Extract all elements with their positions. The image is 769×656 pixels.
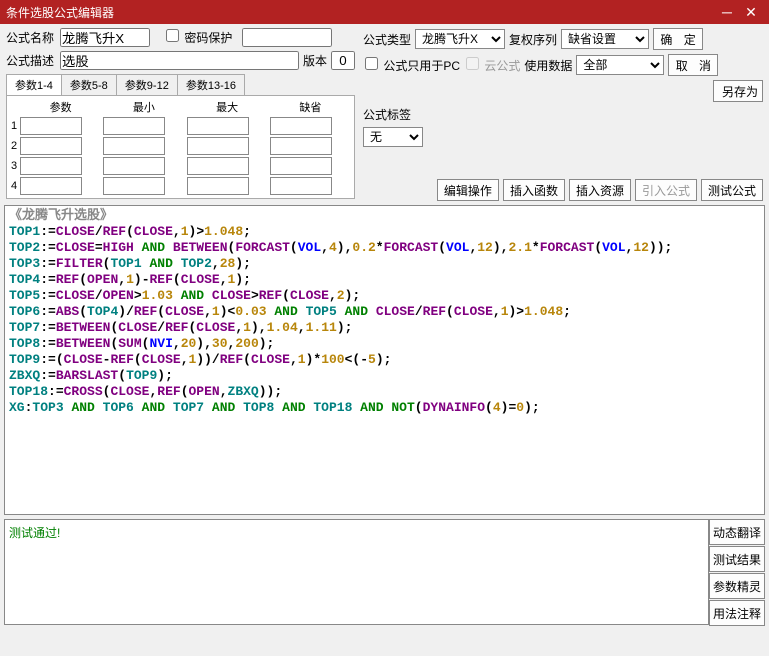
param-grid: 参数最小最大缺省 1 2 3 4	[6, 96, 355, 199]
param-tabs: 参数1-4 参数5-8 参数9-12 参数13-16	[6, 74, 355, 96]
pconly-checkbox[interactable]: 公式只用于PC	[363, 57, 460, 74]
fq-label: 复权序列	[509, 31, 557, 48]
editop-button[interactable]: 编辑操作	[437, 179, 499, 201]
cancel-button[interactable]: 取 消	[668, 54, 718, 76]
fq-select[interactable]: 缺省设置	[561, 29, 649, 49]
param-3-min[interactable]	[103, 157, 165, 175]
data-label: 使用数据	[524, 57, 572, 74]
saveas-button[interactable]: 另存为	[713, 80, 763, 102]
paramwiz-button[interactable]: 参数精灵	[709, 573, 765, 599]
param-4-def[interactable]	[270, 177, 332, 195]
name-label: 公式名称	[6, 29, 56, 46]
type-label: 公式类型	[363, 31, 411, 48]
version-label: 版本	[303, 52, 327, 69]
param-3-name[interactable]	[20, 157, 82, 175]
tag-select[interactable]: 无	[363, 127, 423, 147]
test-button[interactable]: 测试公式	[701, 179, 763, 201]
code-editor[interactable]: 《龙腾飞升选股》 TOP1:=CLOSE/REF(CLOSE,1)>1.048;…	[4, 205, 765, 515]
param-1-def[interactable]	[270, 117, 332, 135]
param-2-min[interactable]	[103, 137, 165, 155]
param-1-max[interactable]	[187, 117, 249, 135]
data-select[interactable]: 全部	[576, 55, 664, 75]
param-4-name[interactable]	[20, 177, 82, 195]
tab-params-13-16[interactable]: 参数13-16	[177, 74, 245, 95]
param-3-max[interactable]	[187, 157, 249, 175]
param-1-name[interactable]	[20, 117, 82, 135]
tab-params-1-4[interactable]: 参数1-4	[6, 74, 62, 95]
name-input[interactable]	[60, 28, 150, 47]
insfn-button[interactable]: 插入函数	[503, 179, 565, 201]
tag-label: 公式标签	[363, 106, 411, 123]
pwd-checkbox[interactable]: 密码保护	[164, 29, 232, 46]
message-area: 测试通过!	[4, 519, 709, 625]
pwd-input[interactable]	[242, 28, 332, 47]
cloud-checkbox[interactable]: 云公式	[464, 57, 520, 74]
param-4-max[interactable]	[187, 177, 249, 195]
import-button[interactable]: 引入公式	[635, 179, 697, 201]
usage-button[interactable]: 用法注释	[709, 600, 765, 626]
toolbar: 公式名称 密码保护 公式描述 版本 参数1-4 参数5-8 参数9-12 参数1…	[0, 24, 769, 205]
version-input[interactable]	[331, 51, 355, 70]
testres-button[interactable]: 测试结果	[709, 546, 765, 572]
param-2-def[interactable]	[270, 137, 332, 155]
insres-button[interactable]: 插入资源	[569, 179, 631, 201]
type-select[interactable]: 龙腾飞升X	[415, 29, 505, 49]
param-4-min[interactable]	[103, 177, 165, 195]
window-title: 条件选股公式编辑器	[6, 4, 715, 21]
param-3-def[interactable]	[270, 157, 332, 175]
desc-input[interactable]	[60, 51, 299, 70]
param-2-name[interactable]	[20, 137, 82, 155]
ok-button[interactable]: 确 定	[653, 28, 703, 50]
param-2-max[interactable]	[187, 137, 249, 155]
minimize-icon[interactable]: ─	[715, 4, 739, 20]
titlebar: 条件选股公式编辑器 ─ ✕	[0, 0, 769, 24]
dyntrans-button[interactable]: 动态翻译	[709, 519, 765, 545]
close-icon[interactable]: ✕	[739, 4, 763, 21]
param-1-min[interactable]	[103, 117, 165, 135]
desc-label: 公式描述	[6, 52, 56, 69]
tab-params-9-12[interactable]: 参数9-12	[116, 74, 178, 95]
tab-params-5-8[interactable]: 参数5-8	[61, 74, 117, 95]
